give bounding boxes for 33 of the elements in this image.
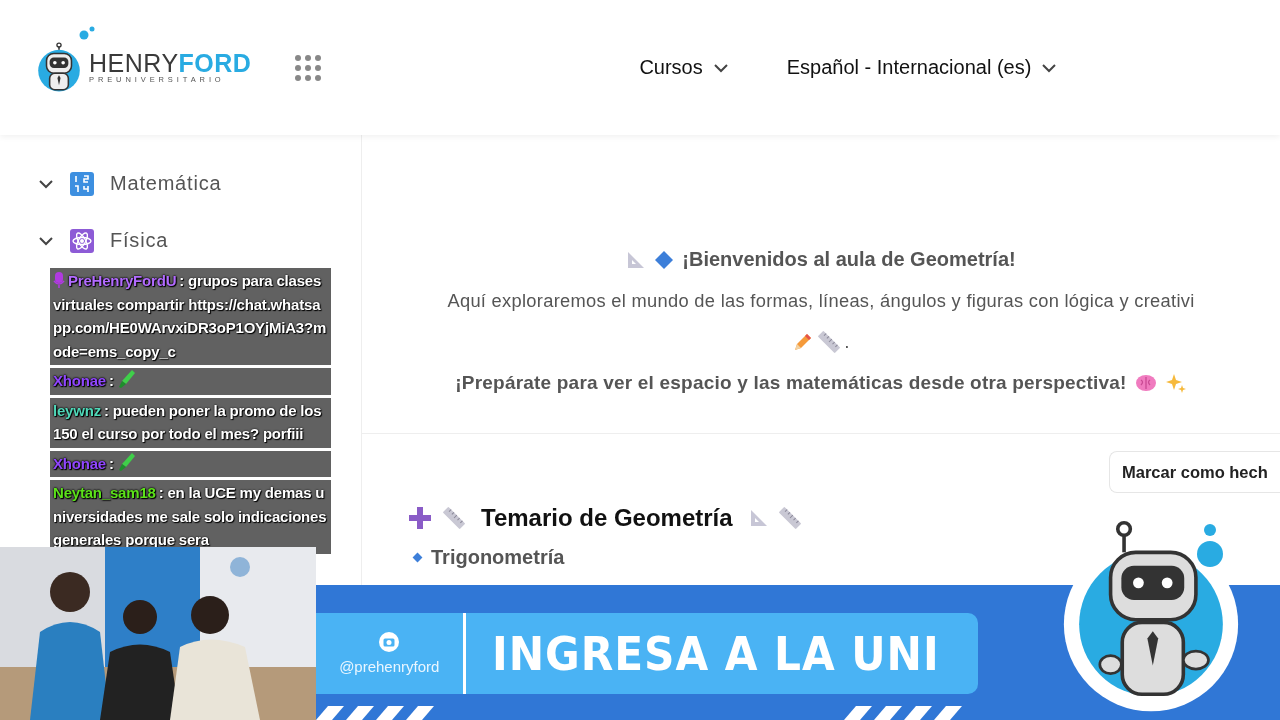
chevron-down-icon xyxy=(38,235,54,246)
atom-icon xyxy=(70,228,94,253)
camera-icon xyxy=(379,632,400,652)
chevron-down-icon xyxy=(1041,62,1058,73)
logo-wordmark: FORD xyxy=(178,48,252,77)
chat-message: PreHenryFordU : grupos para clases virtuales compartir https://chat.whatsapp.com/HE0WArvxiDR3oP1OYjMiA3?mode=ems_copy_c xyxy=(50,268,331,365)
chat-message: leywnz : pueden poner la promo de los 150 el curso por todo el mes? porfiii xyxy=(50,397,331,448)
bubbles-icon xyxy=(1196,523,1226,568)
topic-item[interactable]: Trigonometría xyxy=(431,546,565,569)
nav-menu[interactable]: Cursos xyxy=(639,56,729,79)
intro-text: . xyxy=(844,330,850,353)
chat-message: Neytan_sam18 : en la UCE my demas universidades me sale solo indicaciones generales porque sera xyxy=(50,480,331,554)
syllabus-title: Temario de Geometría xyxy=(481,504,733,532)
apps-grid-icon[interactable] xyxy=(295,54,322,81)
nav-menu[interactable]: Español - Internacional (es) xyxy=(786,56,1058,79)
welcome-title: ¡Bienvenidos al aula de Geometría! xyxy=(682,248,1016,271)
plus-icon xyxy=(407,505,433,531)
sidebar-item[interactable]: Matemática xyxy=(0,155,361,212)
diamond-icon xyxy=(412,552,423,563)
intro-text: Aquí exploraremos el mundo de las formas, líneas, ángulos y figuras con lógica y creativi xyxy=(447,289,1195,312)
diamond-icon xyxy=(654,249,675,270)
numbers-icon xyxy=(70,171,94,196)
chevron-down-icon xyxy=(712,62,729,73)
banner-slogan: INGRESA A LA UNI xyxy=(491,626,940,681)
closing-text: ¡Prepárate para ver el espacio y las matemáticas desde otra perspectiva! xyxy=(455,371,1127,394)
logo-wordmark: HENRY xyxy=(89,48,179,77)
mark-done-button[interactable]: Marcar como hech xyxy=(1109,451,1280,493)
chat-message: Xhonae : xyxy=(50,368,331,395)
chevron-down-icon xyxy=(38,178,54,189)
social-handle: @prehenryford xyxy=(339,658,440,675)
bubbles-icon xyxy=(79,25,95,40)
sidebar-item[interactable]: Física xyxy=(0,212,361,269)
chat-message: Xhonae : xyxy=(50,450,331,477)
